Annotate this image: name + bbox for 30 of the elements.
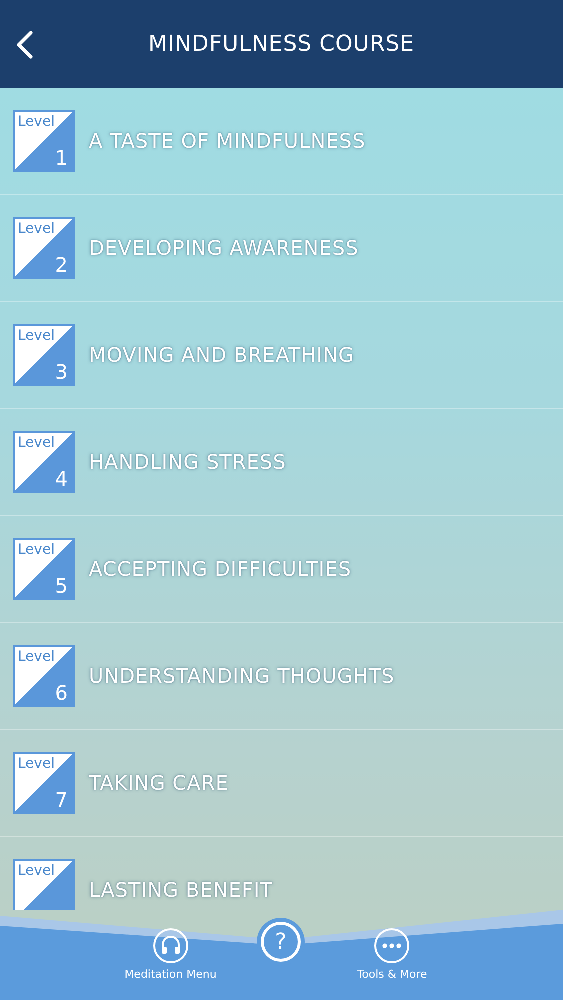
badge-number: 3	[55, 360, 68, 384]
back-icon[interactable]	[15, 30, 35, 60]
more-icon	[374, 928, 410, 964]
level-title: LASTING BENEFIT	[89, 878, 273, 902]
badge-label: Level	[18, 863, 55, 879]
level-title: ACCEPTING DIFFICULTIES	[89, 557, 352, 581]
badge-label: Level	[18, 221, 55, 237]
badge-number: 7	[55, 788, 68, 812]
level-title: A TASTE OF MINDFULNESS	[89, 129, 366, 153]
badge-number: 1	[55, 146, 68, 170]
headphones-icon	[152, 928, 189, 964]
badge-number: 6	[55, 681, 68, 705]
level-title: UNDERSTANDING THOUGHTS	[89, 664, 395, 688]
level-title: MOVING AND BREATHING	[89, 343, 354, 367]
level-title: DEVELOPING AWARENESS	[89, 236, 359, 260]
badge-label: Level	[18, 328, 55, 344]
badge-number: 4	[55, 467, 68, 491]
tab-item[interactable]: Meditation Menu	[100, 928, 241, 1000]
badge-label: Level	[18, 435, 55, 451]
badge-label: Level	[18, 756, 55, 772]
level-title: TAKING CARE	[89, 771, 229, 795]
badge-number: 2	[55, 253, 68, 277]
tab-item[interactable]: Tools & More	[322, 928, 462, 1000]
badge-label: Level	[18, 649, 55, 665]
badge-label: Level	[18, 114, 55, 130]
screen-title: MINDFULNESS COURSE	[148, 32, 415, 56]
badge-number: 5	[55, 574, 68, 598]
level-title: HANDLING STRESS	[89, 450, 286, 474]
help-button[interactable]: ?	[261, 922, 301, 962]
badge-label: Level	[18, 542, 55, 558]
